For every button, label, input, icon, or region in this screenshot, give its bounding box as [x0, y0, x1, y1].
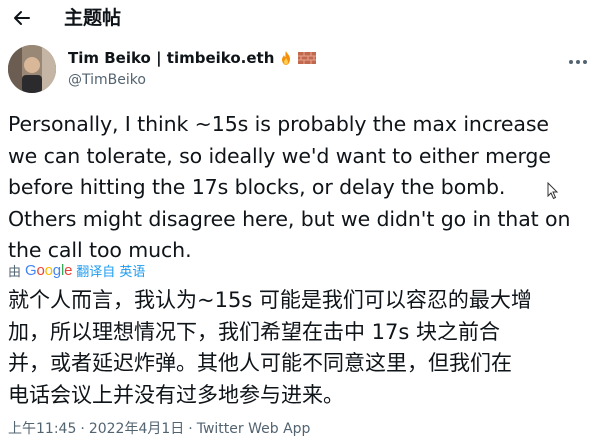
top-bar: 主题帖 [0, 0, 600, 40]
author-handle[interactable]: @TimBeiko [68, 70, 146, 90]
brick-emoji-icon [298, 52, 317, 64]
tweet-line: before hitting the 17s blocks, or delay … [8, 175, 506, 199]
tweet-thread-page: 主题帖 Tim Beiko | timbeiko.eth @TimBeiko P… [0, 0, 600, 444]
tweet-meta: 上午11:45 · 2022年4月1日 · Twitter Web App [8, 418, 310, 440]
avatar-photo [8, 45, 56, 93]
tweet-body: Personally, I think ~15s is probably the… [8, 109, 596, 267]
more-horizontal-icon [569, 60, 573, 64]
tweet-time[interactable]: 上午11:45 [8, 418, 76, 440]
more-dot [583, 60, 587, 64]
translated-line: 电话会议上并没有过多地参与进来。 [8, 382, 344, 407]
more-dot [576, 60, 580, 64]
author-name-row[interactable]: Tim Beiko | timbeiko.eth [68, 47, 317, 69]
translation-attribution: 由 Google 翻译自 英语 [8, 259, 145, 281]
back-button[interactable] [10, 6, 34, 30]
mouse-cursor-icon [547, 182, 559, 200]
author-name[interactable]: Tim Beiko | timbeiko.eth [68, 47, 274, 69]
translated-body: 就个人而言，我认为~15s 可能是我们可以容忍的最大增 加，所以理想情况下，我们… [8, 285, 596, 411]
tweet-line: Others might disagree here, but we didn'… [8, 206, 571, 231]
page-title: 主题帖 [64, 7, 122, 29]
tweet-line: Personally, I think ~15s is probably the… [8, 112, 549, 136]
translated-line: 并，或者延迟炸弹。其他人可能不同意这里，但我们在 [8, 351, 512, 375]
tweet-source[interactable]: Twitter Web App [197, 418, 311, 440]
tweet-line: we can tolerate, so ideally we'd want to… [8, 143, 551, 168]
google-logo: Google [25, 261, 73, 279]
translated-by-label: 由 [8, 264, 22, 280]
translated-from-link[interactable]: 翻译自 英语 [76, 261, 145, 280]
fire-emoji-icon [282, 51, 291, 65]
translated-line: 就个人而言，我认为~15s 可能是我们可以容忍的最大增 [8, 288, 532, 312]
avatar[interactable] [8, 45, 56, 93]
tweet-date[interactable]: 2022年4月1日 [89, 418, 184, 440]
meta-separator: · [80, 421, 85, 437]
translated-line: 加，所以理想情况下，我们希望在击中 17s 块之前合 [8, 319, 501, 344]
arrow-left-icon [14, 11, 30, 25]
meta-separator: · [188, 421, 193, 437]
more-options-button[interactable] [564, 52, 592, 72]
